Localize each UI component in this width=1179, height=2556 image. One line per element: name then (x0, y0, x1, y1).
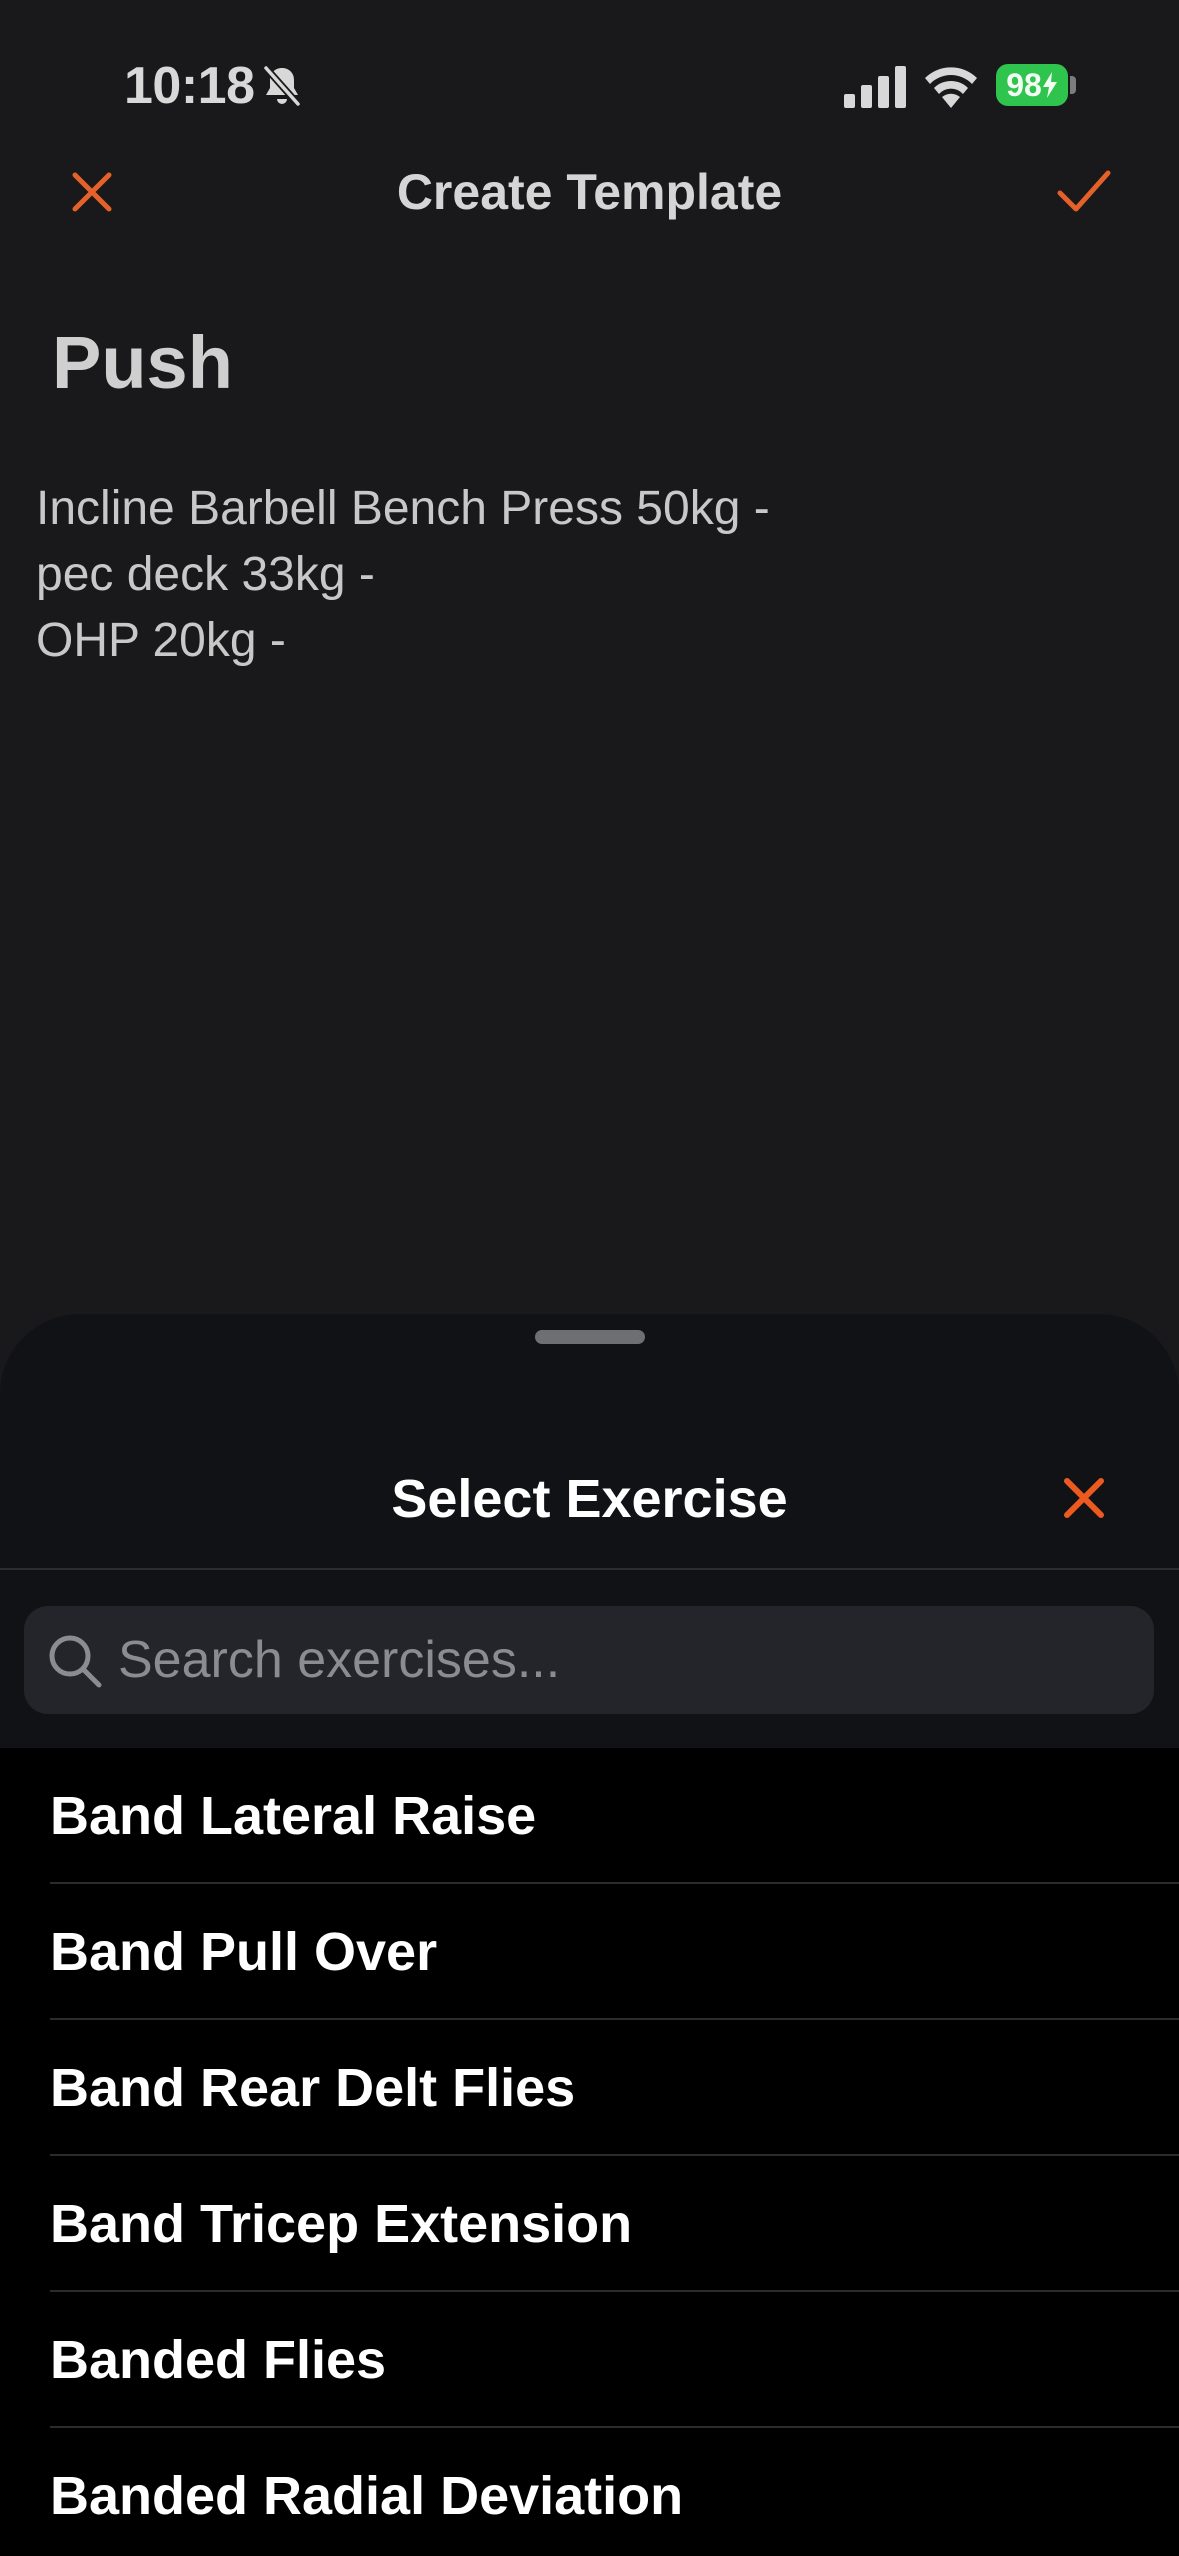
search-input[interactable] (118, 1606, 1128, 1714)
exercise-label: Banded Flies (50, 2330, 387, 2390)
exercise-label: Band Pull Over (50, 1922, 438, 1982)
screen: 10:18 98 Create Template Push Incline Ba… (0, 0, 1179, 2556)
charging-bolt-icon (1042, 72, 1057, 98)
signal-icon (844, 66, 906, 108)
exercise-item[interactable]: Band Lateral Raise (0, 1748, 1179, 1884)
notes-line: OHP 20kg - (36, 614, 286, 667)
checkmark-icon (1057, 170, 1111, 212)
divider (0, 1568, 1179, 1570)
exercise-label: Banded Radial Deviation (50, 2466, 684, 2526)
search-icon (49, 1635, 102, 1688)
battery-charging-icon: 98 (996, 64, 1068, 106)
exercise-item[interactable]: Band Rear Delt Flies (0, 2020, 1179, 2156)
exercise-item[interactable]: Band Pull Over (0, 1884, 1179, 2020)
exercise-item[interactable]: Band Tricep Extension (0, 2156, 1179, 2292)
sheet-title: Select Exercise (391, 1469, 788, 1529)
select-exercise-sheet: Select Exercise Band Lateral Raise Band … (0, 1314, 1179, 2556)
page-title: Create Template (396, 164, 783, 220)
close-icon (1064, 1478, 1104, 1518)
status-time: 10:18 (124, 57, 255, 115)
exercise-label: Band Tricep Extension (50, 2194, 633, 2254)
template-notes-field[interactable]: Incline Barbell Bench Press 50kg - pec d… (36, 476, 770, 674)
bell-slash-icon (262, 64, 302, 108)
exercise-label: Band Rear Delt Flies (50, 2058, 576, 2118)
exercise-item[interactable]: Banded Flies (0, 2292, 1179, 2428)
exercise-item[interactable]: Banded Radial Deviation (0, 2428, 1179, 2556)
exercise-label: Band Lateral Raise (50, 1786, 537, 1846)
battery-level: 98 (1006, 66, 1042, 103)
status-bar: 10:18 98 (0, 0, 1179, 170)
notes-line: Incline Barbell Bench Press 50kg - (36, 482, 770, 535)
template-name-field[interactable]: Push (52, 320, 233, 405)
battery-tip (1070, 76, 1076, 94)
exercise-list: Band Lateral Raise Band Pull Over Band R… (0, 1748, 1179, 2556)
search-bar[interactable] (24, 1606, 1154, 1714)
notes-line: pec deck 33kg - (36, 548, 375, 601)
close-sheet-button[interactable] (1052, 1466, 1116, 1530)
save-button[interactable] (1052, 160, 1116, 224)
sheet-grabber[interactable] (535, 1330, 645, 1344)
wifi-icon (925, 67, 977, 108)
